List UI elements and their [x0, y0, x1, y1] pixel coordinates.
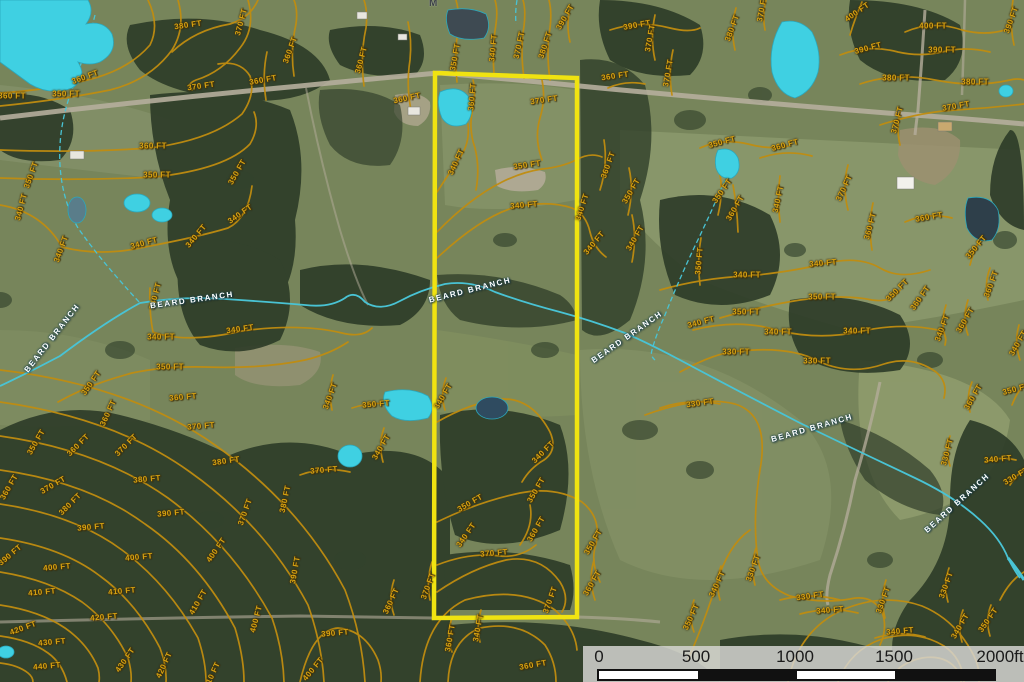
pond	[446, 9, 488, 40]
pond	[438, 89, 471, 126]
scale-bar-segments	[597, 669, 996, 681]
aerial-topo-map[interactable]: M 360 FT360 FT350 FT380 FT370 FT370 FT36…	[0, 0, 1024, 682]
pond	[338, 445, 362, 467]
pond	[152, 208, 172, 222]
map-canvas	[0, 0, 1024, 682]
scale-tick: 0	[594, 647, 603, 667]
pond	[124, 194, 150, 212]
pond	[476, 397, 508, 419]
pond	[68, 197, 86, 223]
scale-tick: 1500	[875, 647, 913, 667]
pond	[999, 85, 1013, 97]
scale-tick: 2000ft	[976, 647, 1023, 667]
pond	[0, 646, 14, 658]
scale-tick: 500	[682, 647, 710, 667]
scale-tick-labels: 0 500 1000 1500 2000ft	[583, 647, 1024, 667]
map-scale-bar: 0 500 1000 1500 2000ft	[583, 646, 1024, 682]
scale-tick: 1000	[776, 647, 814, 667]
